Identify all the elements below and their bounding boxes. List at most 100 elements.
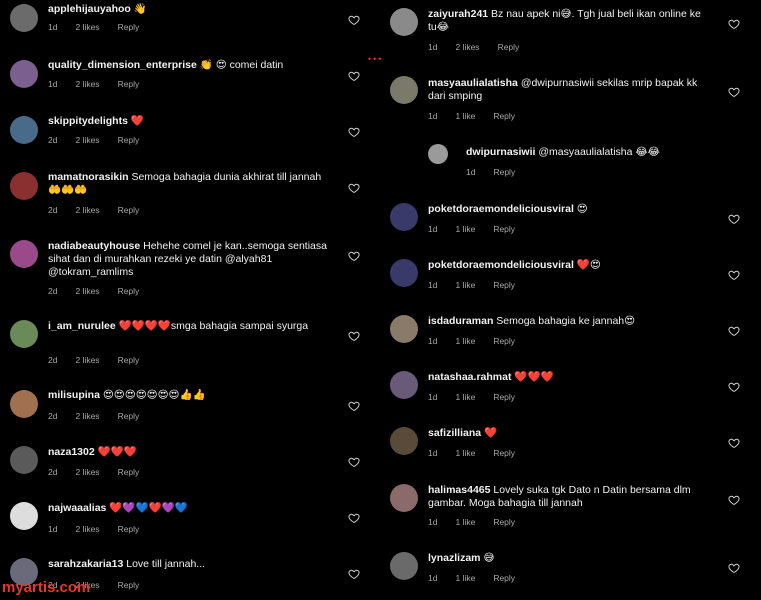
comment-username[interactable]: skippitydelights	[48, 115, 128, 127]
comment-likes[interactable]: 2 likes	[75, 205, 99, 215]
avatar[interactable]	[390, 76, 418, 104]
comment-likes[interactable]: 1 like	[455, 336, 475, 346]
avatar[interactable]	[10, 240, 38, 268]
comment-username[interactable]: milisupina	[48, 389, 100, 401]
like-heart-icon[interactable]	[728, 269, 740, 281]
reply-button[interactable]: Reply	[118, 355, 140, 365]
comment-meta: 1d 2 likes Reply	[48, 22, 157, 32]
like-heart-icon[interactable]	[348, 400, 360, 412]
like-heart-icon[interactable]	[348, 250, 360, 262]
comment-username[interactable]: applehijauyahoo	[48, 3, 131, 15]
comment-username[interactable]: lynazlizam	[428, 552, 481, 564]
comment-likes[interactable]: 1 like	[455, 573, 475, 583]
like-heart-icon[interactable]	[728, 437, 740, 449]
comment-likes[interactable]: 1 like	[455, 224, 475, 234]
comment-likes[interactable]: 1 like	[455, 111, 475, 121]
reply-button[interactable]: Reply	[118, 524, 140, 534]
like-heart-icon[interactable]	[728, 325, 740, 337]
like-heart-icon[interactable]	[348, 512, 360, 524]
comment-time: 1d	[466, 167, 476, 177]
comment-likes[interactable]: 2 likes	[75, 79, 99, 89]
like-heart-icon[interactable]	[348, 568, 360, 580]
comment-username[interactable]: poketdoraemondeliciousviral	[428, 259, 574, 271]
comment-username[interactable]: zaiyurah241	[428, 8, 488, 20]
reply-button[interactable]: Reply	[118, 22, 140, 32]
reply-button[interactable]: Reply	[493, 573, 515, 583]
comment-likes[interactable]: 2 likes	[75, 467, 99, 477]
reply-button[interactable]: Reply	[493, 392, 515, 402]
reply-button[interactable]: Reply	[118, 135, 140, 145]
comment-username[interactable]: safizilliana	[428, 427, 481, 439]
like-heart-icon[interactable]	[348, 182, 360, 194]
comment-likes[interactable]: 2 likes	[75, 355, 99, 365]
like-heart-icon[interactable]	[348, 14, 360, 26]
avatar[interactable]	[390, 552, 418, 580]
comment-likes[interactable]: 2 likes	[75, 286, 99, 296]
comment-likes[interactable]: 2 likes	[75, 22, 99, 32]
avatar[interactable]	[390, 203, 418, 231]
avatar[interactable]	[10, 390, 38, 418]
reply-button[interactable]: Reply	[493, 517, 515, 527]
like-heart-icon[interactable]	[348, 456, 360, 468]
comment-username[interactable]: halimas4465	[428, 484, 490, 496]
comment-username[interactable]: i_am_nurulee	[48, 320, 116, 332]
comment-username[interactable]: quality_dimension_enterprise	[48, 59, 197, 71]
reply-button[interactable]: Reply	[493, 224, 515, 234]
reply-button[interactable]: Reply	[118, 205, 140, 215]
avatar[interactable]	[10, 502, 38, 530]
comment-text: mamatnorasikin Semoga bahagia dunia akhi…	[48, 171, 330, 197]
like-heart-icon[interactable]	[348, 330, 360, 342]
comment-username[interactable]: nadiabeautyhouse	[48, 240, 140, 252]
avatar[interactable]	[10, 446, 38, 474]
like-heart-icon[interactable]	[728, 18, 740, 30]
comment-username[interactable]: natashaa.rahmat	[428, 371, 511, 383]
avatar[interactable]	[390, 484, 418, 512]
comment-likes[interactable]: 2 likes	[75, 524, 99, 534]
avatar[interactable]	[428, 144, 448, 164]
like-heart-icon[interactable]	[728, 213, 740, 225]
reply-button[interactable]: Reply	[493, 111, 515, 121]
avatar[interactable]	[10, 60, 38, 88]
comment-username[interactable]: najwaaalias	[48, 502, 106, 514]
avatar[interactable]	[10, 4, 38, 32]
comment-username[interactable]: dwipurnasiwii	[466, 146, 535, 158]
comment-likes[interactable]: 1 like	[455, 517, 475, 527]
like-heart-icon[interactable]	[728, 381, 740, 393]
reply-button[interactable]: Reply	[493, 280, 515, 290]
reply-button[interactable]: Reply	[118, 79, 140, 89]
comment-username[interactable]: isdaduraman	[428, 315, 493, 327]
reply-button[interactable]: Reply	[493, 167, 515, 177]
reply-button[interactable]: Reply	[118, 467, 140, 477]
comment-time: 2d	[48, 467, 58, 477]
avatar[interactable]	[390, 259, 418, 287]
avatar[interactable]	[10, 172, 38, 200]
like-heart-icon[interactable]	[728, 494, 740, 506]
comment-likes[interactable]: 2 likes	[75, 411, 99, 421]
reply-button[interactable]: Reply	[498, 42, 520, 52]
comment-username[interactable]: poketdoraemondeliciousviral	[428, 203, 574, 215]
avatar[interactable]	[390, 8, 418, 36]
comment-likes[interactable]: 1 like	[455, 392, 475, 402]
like-heart-icon[interactable]	[348, 126, 360, 138]
comment-likes[interactable]: 2 likes	[455, 42, 479, 52]
avatar[interactable]	[390, 427, 418, 455]
like-heart-icon[interactable]	[348, 70, 360, 82]
avatar[interactable]	[390, 371, 418, 399]
comment-likes[interactable]: 1 like	[455, 280, 475, 290]
avatar[interactable]	[390, 315, 418, 343]
comment-username[interactable]: sarahzakaria13	[48, 558, 123, 570]
reply-button[interactable]: Reply	[493, 336, 515, 346]
reply-button[interactable]: Reply	[118, 580, 140, 590]
like-heart-icon[interactable]	[728, 562, 740, 574]
reply-button[interactable]: Reply	[118, 411, 140, 421]
reply-button[interactable]: Reply	[118, 286, 140, 296]
comment-username[interactable]: mamatnorasikin	[48, 171, 129, 183]
comment-likes[interactable]: 1 like	[455, 448, 475, 458]
like-heart-icon[interactable]	[728, 86, 740, 98]
avatar[interactable]	[10, 116, 38, 144]
avatar[interactable]	[10, 320, 38, 348]
comment-username[interactable]: masyaaulialatisha	[428, 77, 518, 89]
reply-button[interactable]: Reply	[493, 448, 515, 458]
comment-likes[interactable]: 2 likes	[75, 135, 99, 145]
comment-username[interactable]: naza1302	[48, 446, 95, 458]
